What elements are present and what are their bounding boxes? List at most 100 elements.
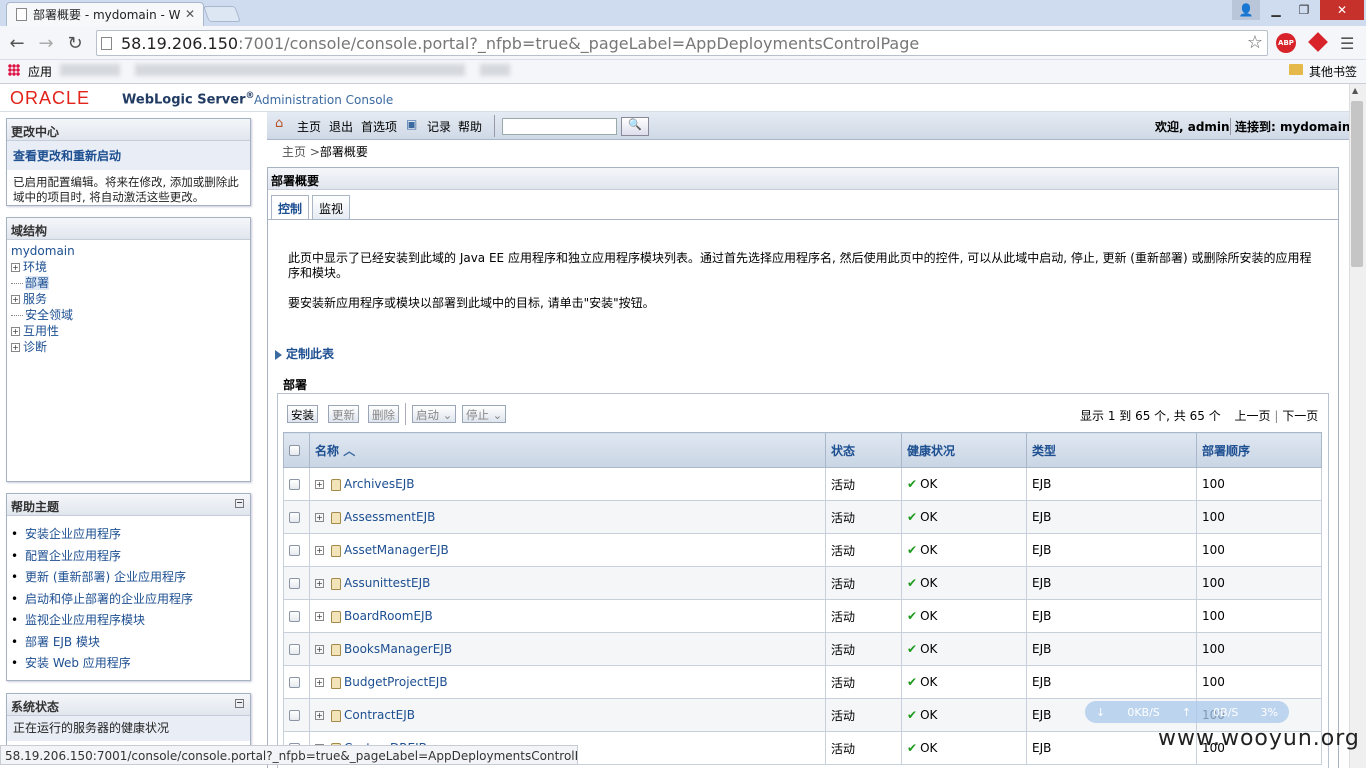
expand-icon[interactable]: + [11,263,20,272]
minimize-icon[interactable]: ▁ [1262,0,1290,20]
expand-icon[interactable]: + [315,546,324,555]
expand-icon[interactable]: + [315,645,324,654]
blurred-bookmark[interactable] [480,64,510,76]
table-row[interactable]: + AssessmentEJB 活动 ✔ OK EJB 100 [283,500,1322,534]
deployment-name-link[interactable]: ContractEJB [344,708,415,722]
record-link[interactable]: 记录 [427,118,451,135]
tree-item[interactable]: + 诊断 [11,339,246,355]
restore-icon[interactable]: ❐ [1290,0,1318,20]
delete-button[interactable]: 删除 [368,405,399,423]
table-row[interactable]: + BudgetProjectEJB 活动 ✔ OK EJB 100 [283,665,1322,699]
logout-link[interactable]: 退出 [329,118,353,135]
tab-monitoring[interactable]: 监视 [312,195,351,219]
next-page-link[interactable]: 下一页 [1282,409,1318,423]
column-header-health[interactable]: 健康状况 [901,432,1027,468]
deployment-name-link[interactable]: AssetManagerEJB [344,543,449,557]
scroll-up-icon[interactable]: ▲ [1352,86,1358,95]
help-link[interactable]: 更新 (重新部署) 企业应用程序 [7,567,250,589]
blurred-bookmark[interactable] [135,64,465,76]
table-row[interactable]: + BoardRoomEJB 活动 ✔ OK EJB 100 [283,599,1322,633]
column-header-status[interactable]: 状态 [825,432,902,468]
window-close-icon[interactable]: ✕ [1320,0,1364,20]
tab-control[interactable]: 控制 [271,195,310,219]
forward-arrow-icon[interactable]: → [35,32,57,54]
row-checkbox[interactable] [289,677,300,688]
search-button[interactable]: 🔍 [621,117,649,136]
customize-table-link[interactable]: 定制此表 [275,345,334,362]
bookmark-star-icon[interactable]: ☆ [1247,32,1263,53]
tree-root-mydomain[interactable]: mydomain [11,243,246,259]
adblock-icon[interactable]: ABP [1276,33,1296,53]
sort-ascending-icon[interactable]: ︿ [343,444,355,458]
preferences-link[interactable]: 首选项 [361,118,397,135]
help-link[interactable]: 部署 EJB 模块 [7,632,250,654]
help-link[interactable]: 监视企业应用程序模块 [7,610,250,632]
row-checkbox[interactable] [289,578,300,589]
tree-item[interactable]: + 互用性 [11,323,246,339]
tree-item[interactable]: + 服务 [11,291,246,307]
menu-icon[interactable]: ☰ [1340,34,1354,53]
collapse-icon[interactable]: − [235,699,244,708]
help-link-top[interactable]: 帮助 [458,118,482,135]
search-input[interactable] [502,118,617,135]
row-checkbox[interactable] [289,512,300,523]
deployment-name-link[interactable]: BudgetProjectEJB [344,675,448,689]
row-checkbox[interactable] [289,710,300,721]
reload-icon[interactable]: ↻ [64,32,86,54]
column-header-type[interactable]: 类型 [1026,432,1197,468]
view-changes-link[interactable]: 查看更改和重新启动 [7,141,250,170]
help-link[interactable]: 启动和停止部署的企业应用程序 [7,589,250,611]
deployment-name-link[interactable]: AssessmentEJB [344,510,435,524]
expand-icon[interactable]: + [11,295,20,304]
blurred-bookmark[interactable] [60,64,120,76]
user-icon[interactable]: 👤 [1232,0,1260,20]
expand-icon[interactable]: + [315,579,324,588]
deployment-name-link[interactable]: ArchivesEJB [344,477,415,491]
help-link[interactable]: 配置企业应用程序 [7,546,250,568]
close-icon[interactable]: ✕ [185,7,195,21]
expand-icon[interactable]: + [11,343,20,352]
apps-shortcut[interactable]: 应用 [28,63,52,80]
expand-icon[interactable]: + [315,678,324,687]
row-checkbox[interactable] [289,479,300,490]
deployment-name-link[interactable]: AssunittestEJB [344,576,430,590]
row-checkbox[interactable] [289,611,300,622]
help-link[interactable]: 安装企业应用程序 [7,524,250,546]
address-bar[interactable]: 58.19.206.150:7001/console/console.porta… [96,30,1268,56]
home-link[interactable]: 主页 [297,118,321,135]
tree-item[interactable]: + 环境 [11,259,246,275]
table-row[interactable]: + AssunittestEJB 活动 ✔ OK EJB 100 [283,566,1322,600]
apps-grid-icon[interactable] [8,64,20,76]
update-button[interactable]: 更新 [328,405,359,423]
other-bookmarks[interactable]: 其他书签 [1309,63,1357,80]
record-icon[interactable]: ▣ [406,117,417,131]
home-icon[interactable]: ⌂ [275,116,283,131]
stop-button[interactable]: 停止 ⌄ [462,405,507,423]
install-button[interactable]: 安装 [287,405,318,423]
table-row[interactable]: + ArchivesEJB 活动 ✔ OK EJB 100 [283,467,1322,501]
row-checkbox[interactable] [289,545,300,556]
help-link[interactable]: 安装 Web 应用程序 [7,653,250,675]
expand-icon[interactable]: + [11,327,20,336]
select-all-checkbox[interactable] [289,445,300,456]
table-row[interactable]: + AssetManagerEJB 活动 ✔ OK EJB 100 [283,533,1322,567]
column-header-name[interactable]: 名称 ︿ [309,432,826,468]
tree-item[interactable]: 安全领域 [11,307,246,323]
tree-item-selected[interactable]: 部署 [11,275,246,291]
prev-page-link[interactable]: 上一页 [1235,409,1271,423]
expand-icon[interactable]: + [315,612,324,621]
scrollbar-thumb[interactable] [1351,101,1363,267]
column-header-order[interactable]: 部署顺序 [1196,432,1322,468]
new-tab-button[interactable] [203,6,241,22]
collapse-icon[interactable]: − [235,499,244,508]
browser-tab[interactable]: 部署概要 - mydomain - W ✕ [6,2,204,26]
table-row[interactable]: + BooksManagerEJB 活动 ✔ OK EJB 100 [283,632,1322,666]
expand-icon[interactable]: + [315,480,324,489]
start-button[interactable]: 启动 ⌄ [412,405,457,423]
breadcrumb-home[interactable]: 主页 [282,145,306,159]
back-arrow-icon[interactable]: ← [6,32,28,54]
expand-icon[interactable]: + [315,513,324,522]
row-checkbox[interactable] [289,644,300,655]
deployment-name-link[interactable]: BoardRoomEJB [344,609,433,623]
expand-icon[interactable]: + [315,711,324,720]
